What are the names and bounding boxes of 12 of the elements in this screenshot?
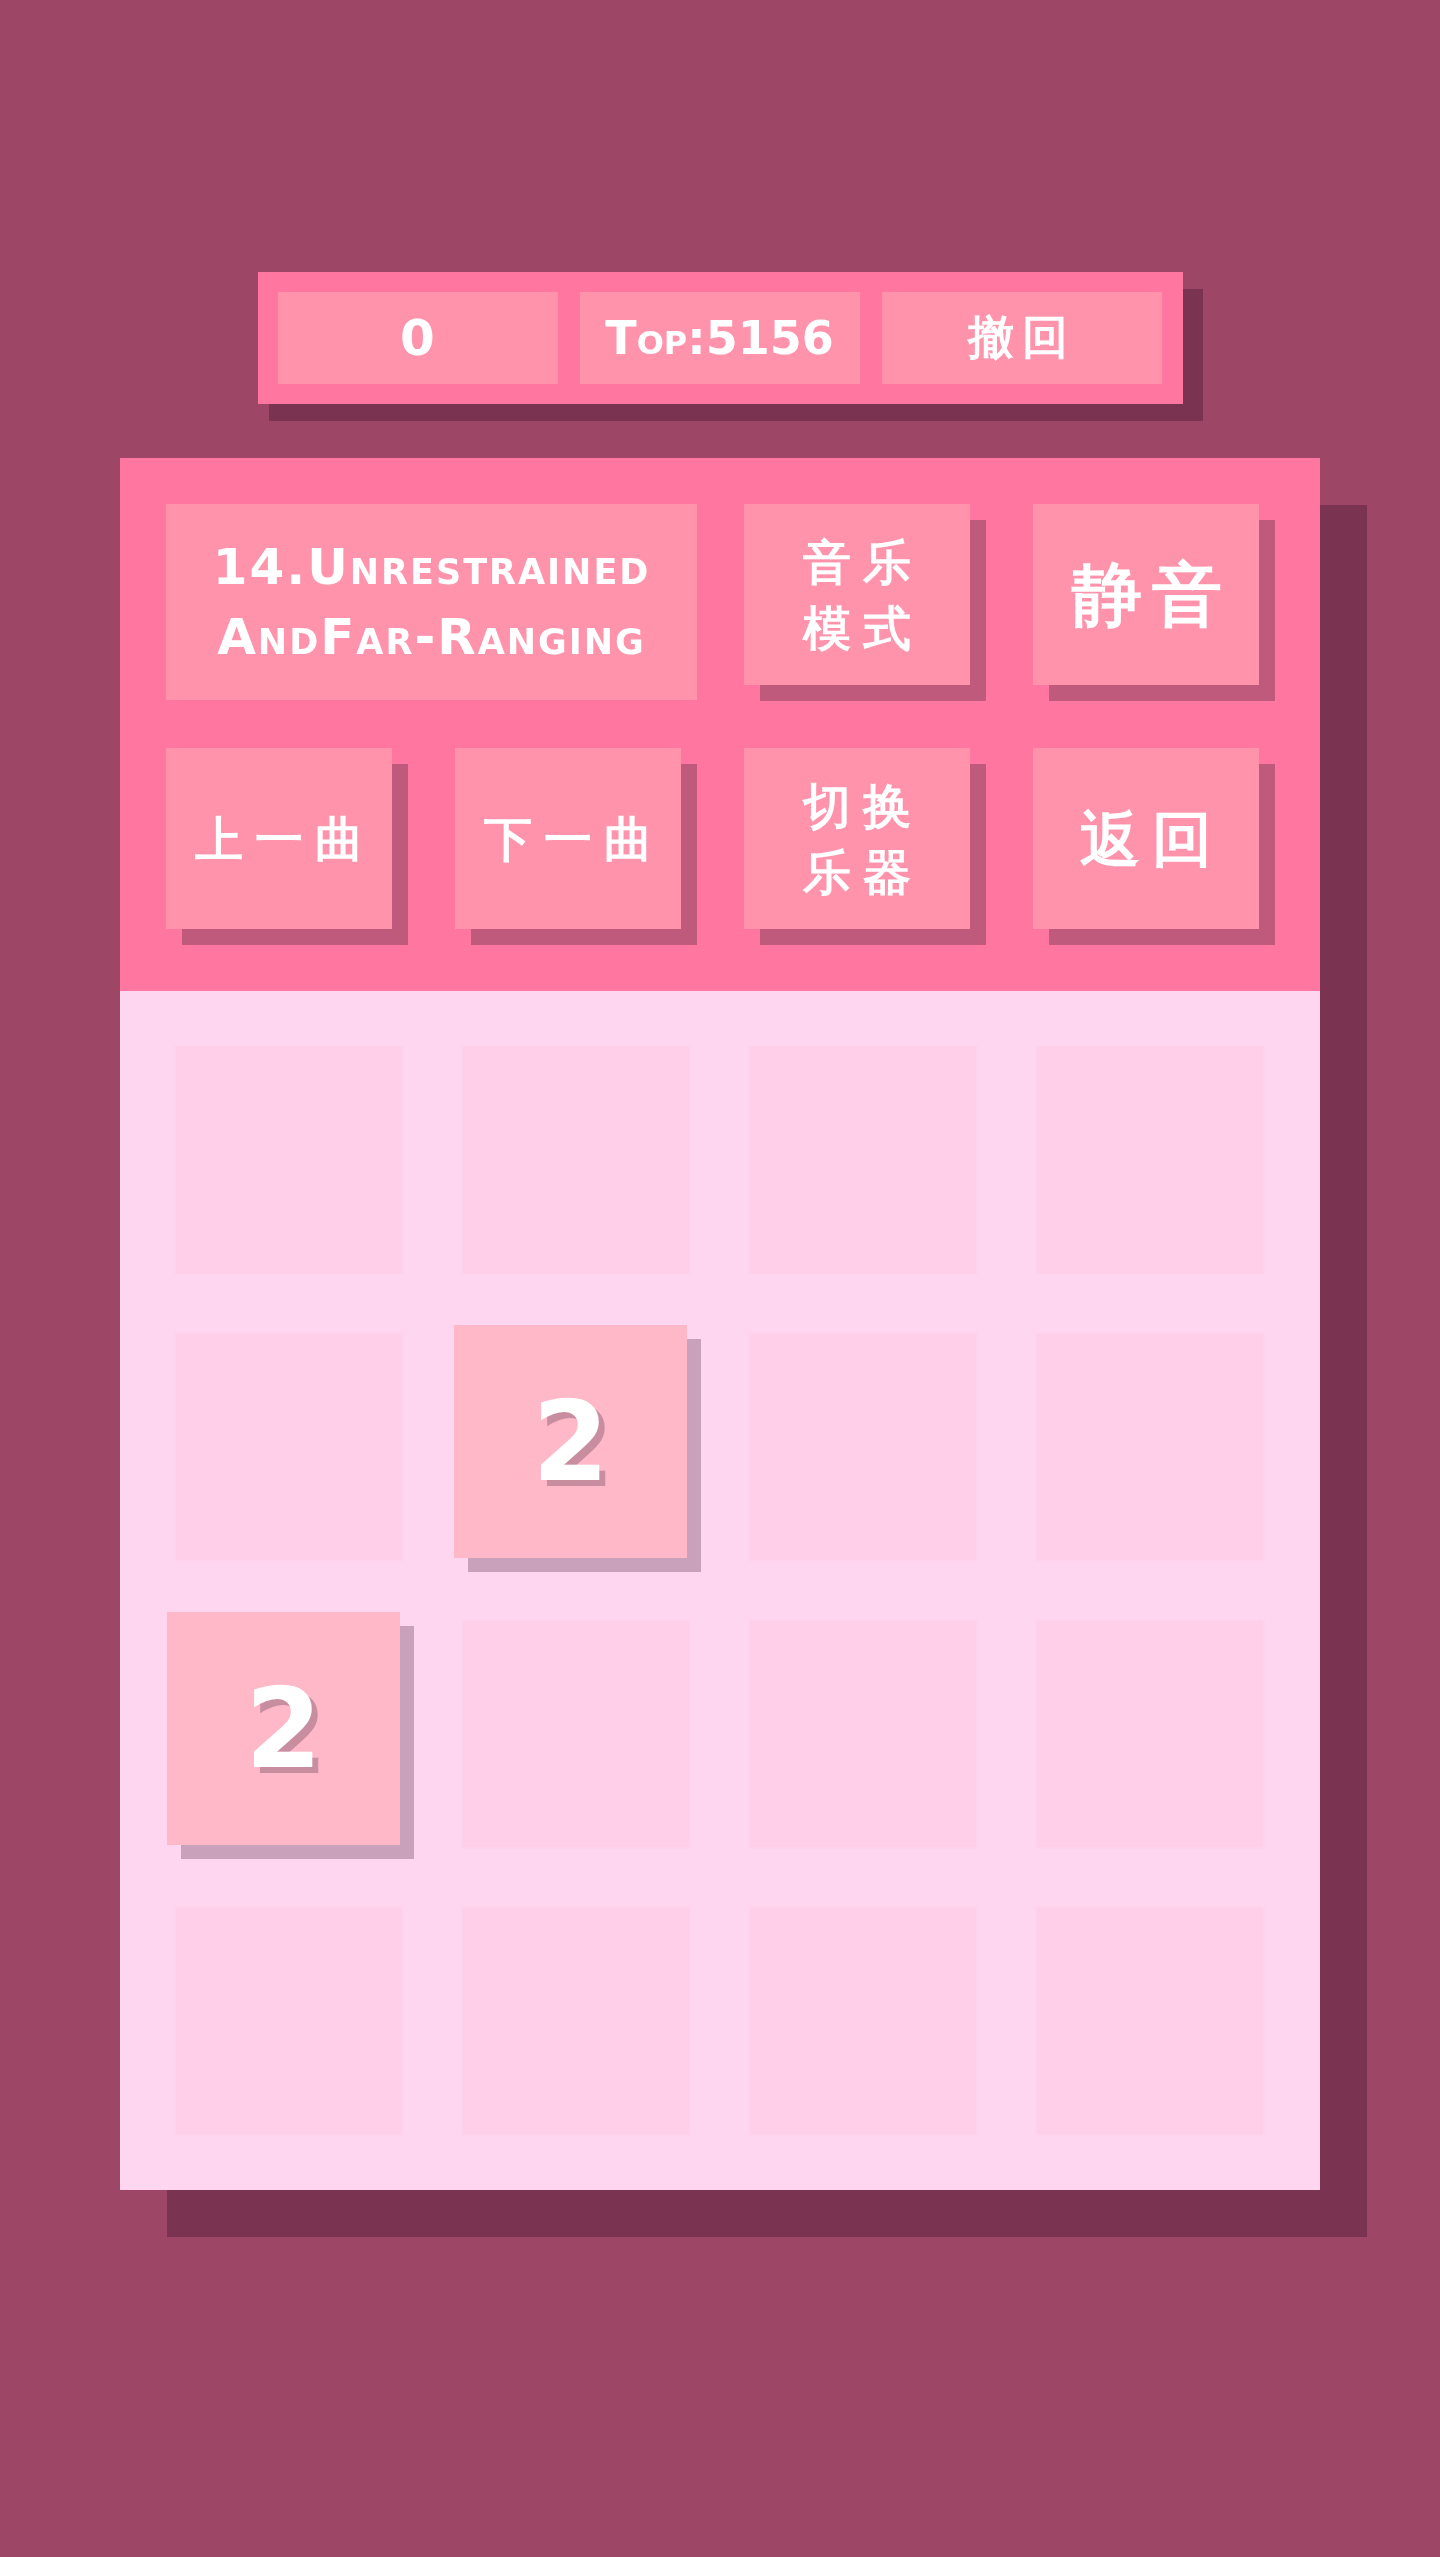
number-tile: 2 [454,1325,701,1572]
menu-button[interactable]: 切换乐器 [744,748,986,945]
menu-button[interactable]: 上一曲 [166,748,408,945]
song-title: 14.Unrestrained AndFar-Ranging [166,504,697,700]
menu-button[interactable]: 静音 [1033,504,1275,701]
number-tile: 2 [167,1612,414,1859]
best-score-display: Top:5156 [579,292,860,384]
menu-button[interactable]: 下一曲 [455,748,697,945]
undo-button[interactable]: 撤回 [881,292,1162,384]
menu-button[interactable]: 返回 [1033,748,1275,945]
menu-button[interactable]: 音乐模式 [744,504,986,701]
score-display: 0 [277,292,558,384]
